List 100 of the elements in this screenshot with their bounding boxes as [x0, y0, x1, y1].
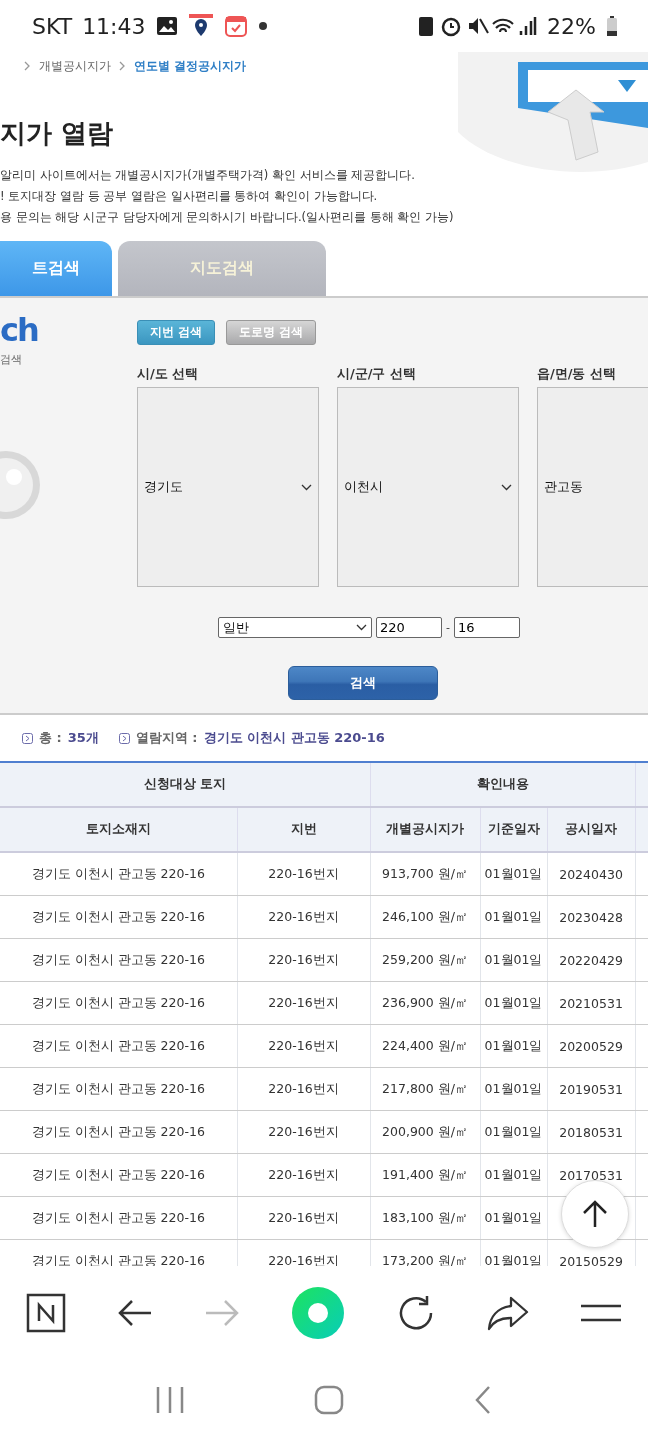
- battery-text: 22%: [547, 13, 596, 39]
- group-header: 신청대상 토지: [0, 762, 370, 807]
- naver-home-button[interactable]: [25, 1293, 66, 1333]
- table-cell: 913,700 원/㎡: [370, 852, 480, 896]
- sub-number-field[interactable]: 16: [454, 617, 520, 638]
- selector-label: 시/군/구 선택: [337, 365, 418, 383]
- column-header: 지번: [237, 807, 370, 852]
- home-icon: [314, 1385, 344, 1415]
- square-n-icon: [25, 1293, 66, 1333]
- selector-label: 시/도 선택: [137, 365, 200, 383]
- table-cell: 220-16번지: [237, 1196, 370, 1240]
- table-cell: 경기도 이천시 관고동 220-16: [0, 1024, 237, 1068]
- table-cell: 236,900 원/㎡: [370, 981, 480, 1025]
- area-value: 경기도 이천시 관고동 220-16: [203, 729, 385, 747]
- share-arrow-icon: [487, 1295, 530, 1331]
- arrow-up-icon: [581, 1199, 609, 1229]
- caret-icon: [356, 624, 367, 631]
- breadcrumb-link[interactable]: 연도별 결정공시지가: [134, 57, 247, 75]
- table-cell: 경기도 이천시 관고동 220-16: [0, 895, 237, 939]
- table-cell: 200,900 원/㎡: [370, 1110, 480, 1154]
- notice-text: ! 토지대장 열람 등 공부 열람은 일사편리를 통하여 확인이 가능합니다.: [0, 188, 379, 205]
- carrier-text: SKT: [32, 13, 73, 39]
- table-cell: 20240430: [547, 852, 636, 896]
- main-number-field[interactable]: 220: [376, 617, 442, 638]
- chevron-icon: [119, 61, 126, 71]
- table-cell: 20190531: [547, 1067, 636, 1111]
- table-cell: 191,400 원/㎡: [370, 1153, 480, 1197]
- table-cell: 경기도 이천시 관고동 220-16: [0, 1153, 237, 1197]
- table-cell: 217,800 원/㎡: [370, 1067, 480, 1111]
- table-cell: 01월01일: [480, 1110, 547, 1154]
- recents-button[interactable]: [154, 1386, 185, 1414]
- arrow-box-icon: [22, 732, 33, 744]
- region-select[interactable]: 관고동: [537, 387, 648, 587]
- column-header: 토지소재지: [0, 807, 237, 852]
- table-cell: 20220429: [547, 938, 636, 982]
- table-cell: 01월01일: [480, 895, 547, 939]
- table-cell: 20200529: [547, 1024, 636, 1068]
- total-count: 35개: [67, 729, 99, 747]
- arrow-left-icon: [116, 1298, 153, 1328]
- table-cell: 20180531: [547, 1110, 636, 1154]
- table-cell: 259,200 원/㎡: [370, 938, 480, 982]
- caret-icon: [301, 483, 312, 491]
- dot-icon: [257, 21, 268, 31]
- table-cell: 224,400 원/㎡: [370, 1024, 480, 1068]
- table-cell: 220-16번지: [237, 1024, 370, 1068]
- table-cell: 220-16번지: [237, 1110, 370, 1154]
- column-header: 공시일자: [547, 807, 636, 852]
- table-cell: 01월01일: [480, 1067, 547, 1111]
- table-cell: 경기도 이천시 관고동 220-16: [0, 938, 237, 982]
- lot-type-select[interactable]: 일반: [218, 617, 372, 638]
- notice-text: 알리미 사이트에서는 개별공시지가(개별주택가격) 확인 서비스를 제공합니다.: [0, 167, 416, 184]
- menu-icon: [580, 1302, 623, 1324]
- recents-icon: [154, 1386, 185, 1414]
- arrow-box-icon: [118, 732, 130, 744]
- table-cell: 246,100 원/㎡: [370, 895, 480, 939]
- back-button[interactable]: [116, 1298, 153, 1328]
- table-cell: 220-16번지: [237, 981, 370, 1025]
- table-cell: 01월01일: [480, 1196, 547, 1240]
- column-header: 기준일자: [480, 807, 547, 852]
- table-cell: 220-16번지: [237, 938, 370, 982]
- ring-icon: [291, 1286, 345, 1340]
- menu-button[interactable]: [580, 1302, 623, 1324]
- region-select[interactable]: 이천시: [337, 387, 519, 587]
- table-cell: 01월01일: [480, 938, 547, 982]
- table-cell: 01월01일: [480, 852, 547, 896]
- table-cell: 01월01일: [480, 1153, 547, 1197]
- table-cell: 220-16번지: [237, 895, 370, 939]
- clock-text: 11:43: [82, 13, 146, 39]
- table-cell: 220-16번지: [237, 1067, 370, 1111]
- column-header: 개별공시지가: [370, 807, 480, 852]
- table-cell: 경기도 이천시 관고동 220-16: [0, 1067, 237, 1111]
- selector-label: 읍/면/동 선택: [537, 365, 618, 383]
- caret-icon: [501, 483, 512, 491]
- table-cell: 220-16번지: [237, 1153, 370, 1197]
- search-logo: ch: [0, 312, 39, 348]
- scroll-top-button[interactable]: [561, 1180, 629, 1248]
- table-cell: 경기도 이천시 관고동 220-16: [0, 1110, 237, 1154]
- page-title: 지가 열람: [0, 117, 115, 150]
- table-cell: 183,100 원/㎡: [370, 1196, 480, 1240]
- table-cell: 01월01일: [480, 1024, 547, 1068]
- area-label: 열람지역 :: [135, 729, 198, 747]
- calendar-icon: [223, 14, 248, 38]
- battery-icon: [606, 15, 618, 37]
- image-icon: [155, 16, 178, 36]
- logo-subtitle: 검색: [0, 352, 23, 367]
- home-button[interactable]: [314, 1385, 344, 1415]
- breadcrumb-link[interactable]: 개별공시지가: [39, 57, 111, 75]
- separator-text: -: [446, 621, 450, 634]
- table-cell: 경기도 이천시 관고동 220-16: [0, 1196, 237, 1240]
- total-label: 총 :: [39, 729, 62, 747]
- table-cell: 01월01일: [480, 981, 547, 1025]
- table-cell: 20230428: [547, 895, 636, 939]
- notice-text: 용 문의는 해당 시군구 담당자에게 문의하시기 바랍니다.(일사편리를 통해 확인 가능): [0, 209, 455, 226]
- region-select[interactable]: 경기도: [137, 387, 319, 587]
- search-button[interactable]: 검색: [288, 666, 438, 700]
- table-cell: 경기도 이천시 관고동 220-16: [0, 981, 237, 1025]
- arrow-right-icon: [203, 1298, 240, 1328]
- share-button[interactable]: [487, 1295, 530, 1331]
- table-cell: 220-16번지: [237, 852, 370, 896]
- table-cell: 경기도 이천시 관고동 220-16: [0, 852, 237, 896]
